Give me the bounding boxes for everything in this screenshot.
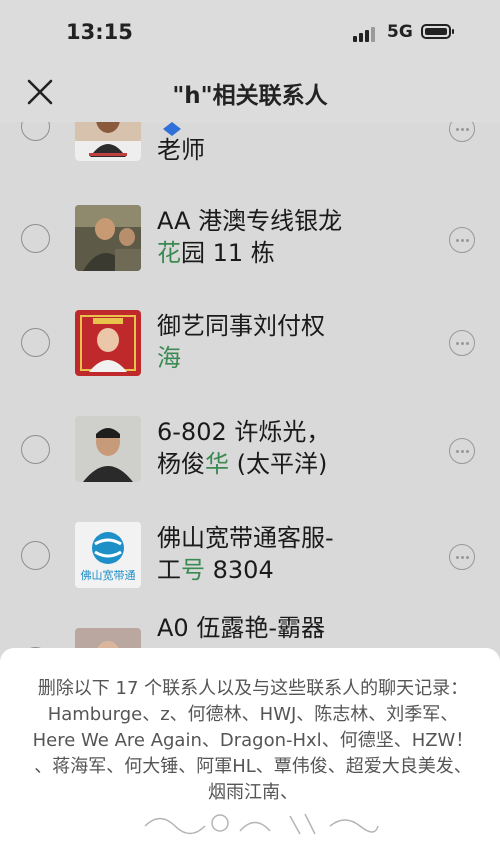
- contact-row[interactable]: 6-802 许烁光， 杨俊华 (太平洋): [0, 398, 500, 504]
- contact-name: 佛山宽带通客服- 工号 8304: [157, 524, 334, 584]
- avatar: [75, 205, 141, 271]
- nav-bar: "h"相关联系人: [0, 62, 500, 122]
- contact-row[interactable]: 御艺同事刘付权 海: [0, 292, 500, 398]
- status-bar: 13:15 5G: [0, 0, 500, 62]
- contact-name: A0 伍露艳-霸器: [157, 614, 325, 642]
- battery-icon: [421, 24, 454, 39]
- delete-confirmation-message: 删除以下 17 个联系人以及与这些联系人的聊天记录：Hamburge、z、何德林…: [32, 678, 474, 803]
- contact-name: 6-802 许烁光， 杨俊华 (太平洋): [157, 418, 331, 478]
- select-checkbox[interactable]: [21, 328, 50, 357]
- contact-name: 老师: [157, 136, 205, 164]
- avatar: 佛山宽带通: [75, 522, 141, 588]
- avatar: [75, 310, 141, 376]
- avatar: [75, 416, 141, 482]
- watermark-image: [144, 813, 379, 835]
- more-icon[interactable]: [449, 330, 475, 356]
- select-checkbox[interactable]: [21, 541, 50, 570]
- select-checkbox[interactable]: [21, 122, 50, 141]
- signal-icon: [353, 26, 379, 42]
- status-time: 13:15: [66, 20, 133, 44]
- more-icon[interactable]: [449, 438, 475, 464]
- contact-row[interactable]: 佛山宽带通 佛山宽带通客服- 工号 8304: [0, 504, 500, 610]
- more-icon[interactable]: [449, 544, 475, 570]
- location-marker-icon: [163, 122, 181, 136]
- avatar: [75, 122, 141, 161]
- select-checkbox[interactable]: [21, 435, 50, 464]
- contact-name: 御艺同事刘付权 海: [157, 312, 325, 372]
- broadband-logo-text: 佛山宽带通: [81, 568, 136, 582]
- contact-row[interactable]: AA 港澳专线银龙 花园 11 栋: [0, 187, 500, 293]
- contact-row[interactable]: 老师: [0, 122, 500, 192]
- select-checkbox[interactable]: [21, 224, 50, 253]
- network-type: 5G: [387, 22, 413, 42]
- more-icon[interactable]: [449, 227, 475, 253]
- more-icon[interactable]: [449, 122, 475, 142]
- page-title: "h"相关联系人: [172, 83, 328, 109]
- contact-name: AA 港澳专线银龙 花园 11 栋: [157, 207, 343, 267]
